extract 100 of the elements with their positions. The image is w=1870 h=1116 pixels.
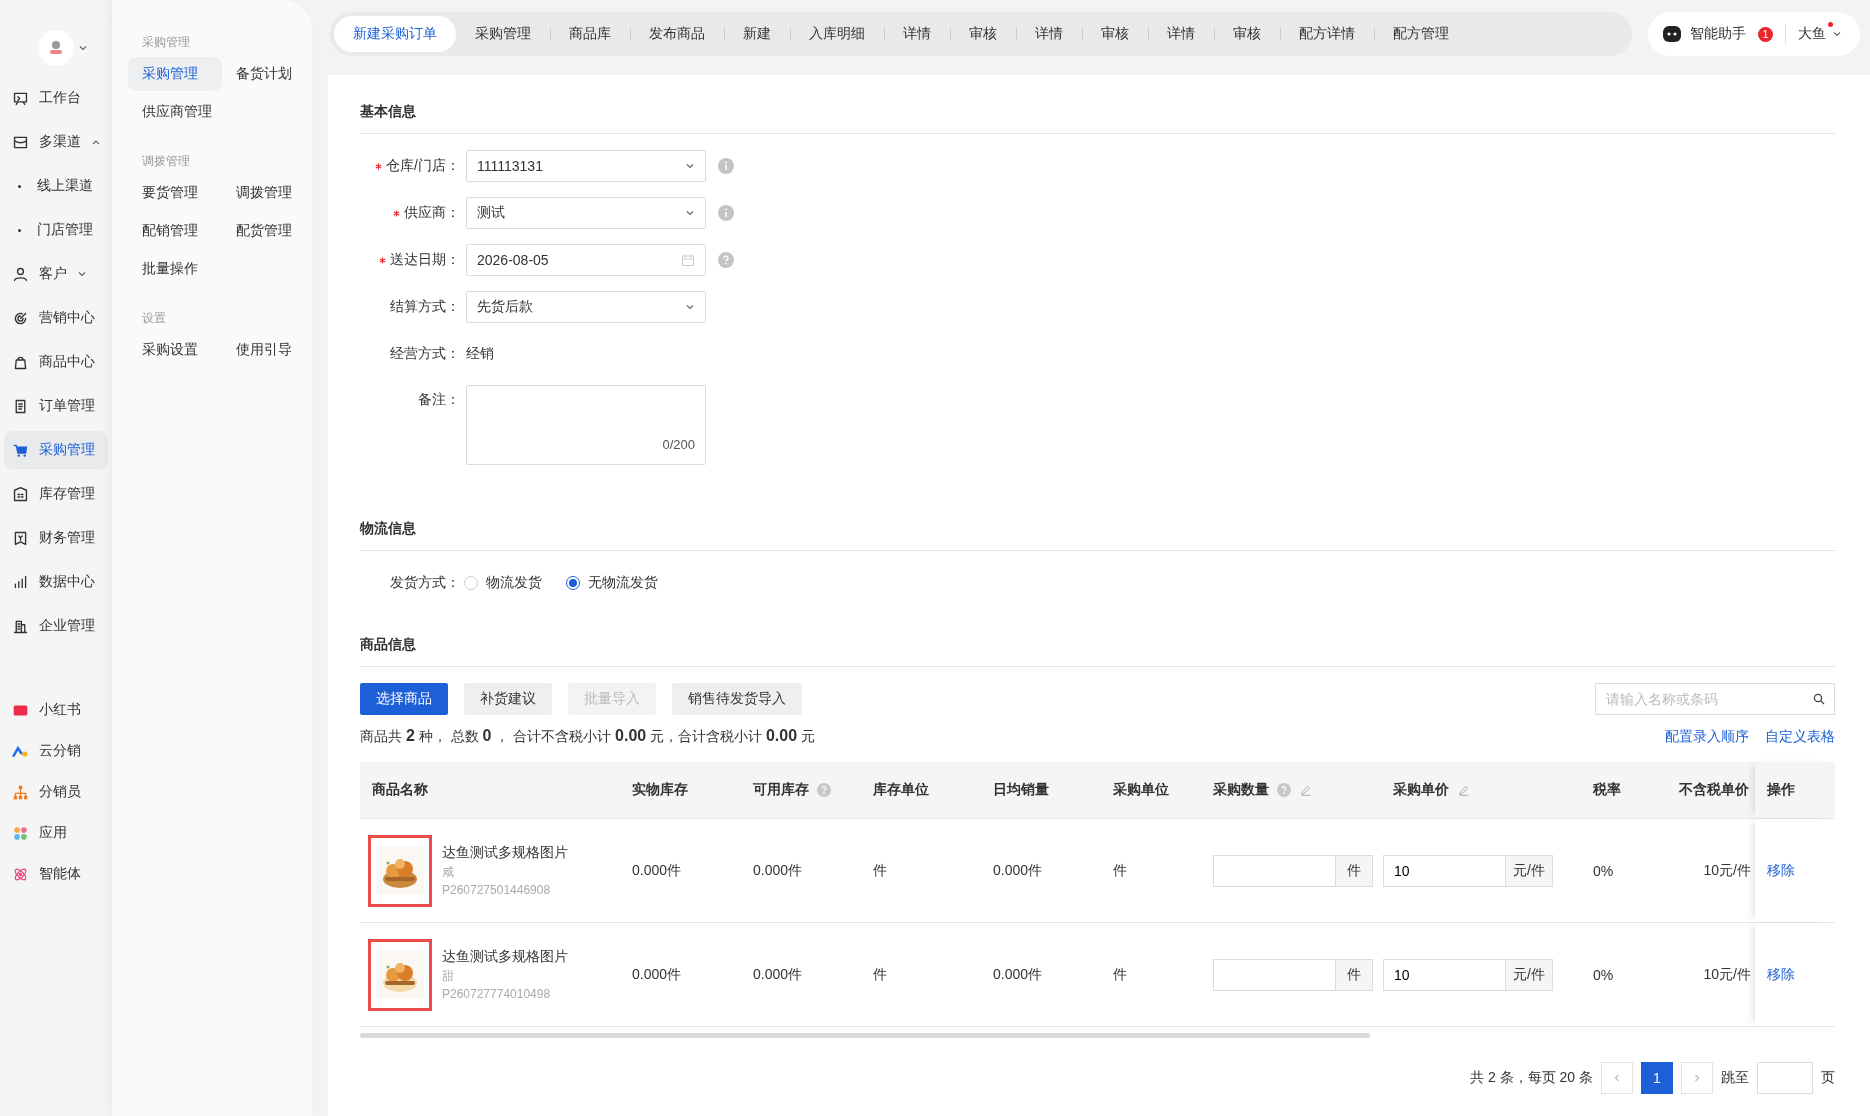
field-label: 供应商： bbox=[404, 204, 460, 222]
remove-link[interactable]: 移除 bbox=[1767, 965, 1795, 984]
avatar[interactable] bbox=[38, 30, 74, 66]
tab[interactable]: 采购管理 bbox=[456, 16, 550, 52]
column-header: 日均销量 bbox=[993, 781, 1049, 799]
quantity-field[interactable] bbox=[1213, 958, 1335, 991]
help-icon[interactable] bbox=[817, 783, 831, 797]
field-label: 送达日期： bbox=[390, 251, 460, 269]
tab[interactable]: 新建 bbox=[724, 16, 790, 52]
tab[interactable]: 审核 bbox=[1082, 16, 1148, 52]
info-icon[interactable] bbox=[718, 158, 734, 174]
tab[interactable]: 详情 bbox=[1016, 16, 1082, 52]
user-menu[interactable]: 大鱼 bbox=[1798, 25, 1846, 43]
toolbar-button[interactable]: 销售待发货导入 bbox=[672, 683, 802, 715]
submenu-item[interactable]: 批量操作 bbox=[128, 252, 222, 286]
nav-item[interactable]: 多渠道 bbox=[4, 123, 108, 161]
tab[interactable]: 详情 bbox=[884, 16, 950, 52]
tab[interactable]: 审核 bbox=[1214, 16, 1280, 52]
tab[interactable]: 商品库 bbox=[550, 16, 630, 52]
search-field[interactable]: 请输入名称或条码 bbox=[1595, 683, 1835, 715]
org-chart-icon bbox=[12, 783, 29, 801]
column-header: 操作 bbox=[1767, 781, 1795, 799]
previous-page-button[interactable] bbox=[1601, 1062, 1633, 1094]
select-field[interactable]: 测试 bbox=[466, 197, 706, 229]
select-field[interactable]: 先货后款 bbox=[466, 291, 706, 323]
app-item[interactable]: 云分销 bbox=[4, 732, 108, 770]
nav-item[interactable]: 线上渠道 bbox=[4, 167, 108, 205]
field-value: 经销 bbox=[466, 345, 494, 363]
next-page-button[interactable] bbox=[1681, 1062, 1713, 1094]
app-item[interactable]: 智能体 bbox=[4, 855, 108, 893]
assistant-button[interactable]: 智能助手 bbox=[1662, 25, 1746, 43]
help-icon[interactable] bbox=[718, 252, 734, 268]
submenu-item[interactable]: 配货管理 bbox=[222, 214, 316, 248]
help-icon[interactable] bbox=[1277, 783, 1291, 797]
submenu-item[interactable]: 使用引导 bbox=[222, 333, 316, 367]
tab[interactable]: 发布商品 bbox=[630, 16, 724, 52]
section-title: 基本信息 bbox=[360, 103, 1835, 134]
tab[interactable]: 审核 bbox=[950, 16, 1016, 52]
info-icon[interactable] bbox=[718, 205, 734, 221]
price-field[interactable]: 10 bbox=[1383, 854, 1505, 887]
column-header: 采购单位 bbox=[1113, 781, 1169, 799]
nav-item[interactable]: 营销中心 bbox=[4, 299, 108, 337]
nav-item[interactable]: 客户 bbox=[4, 255, 108, 293]
app-item[interactable]: 分销员 bbox=[4, 773, 108, 811]
toolbar-button[interactable]: 补货建议 bbox=[464, 683, 552, 715]
field-label: 备注： bbox=[418, 391, 460, 409]
quantity-field[interactable] bbox=[1213, 854, 1335, 887]
toolbar-button[interactable]: 选择商品 bbox=[360, 683, 448, 715]
nav-item[interactable]: 财务管理 bbox=[4, 519, 108, 557]
remark-field[interactable]: 0/200 bbox=[466, 385, 706, 465]
remove-link[interactable]: 移除 bbox=[1767, 861, 1795, 880]
nav-item[interactable]: 数据中心 bbox=[4, 563, 108, 601]
app-item[interactable]: 应用 bbox=[4, 814, 108, 852]
tab[interactable]: 新建采购订单 bbox=[334, 16, 456, 52]
edit-icon[interactable] bbox=[1299, 783, 1313, 797]
nav-item[interactable]: 工作台 bbox=[4, 79, 108, 117]
submenu-item[interactable]: 采购管理 bbox=[128, 57, 222, 91]
table-link[interactable]: 自定义表格 bbox=[1765, 727, 1835, 746]
submenu-item[interactable]: 备货计划 bbox=[222, 57, 316, 91]
table-cell: 0.000件 bbox=[993, 965, 1043, 984]
nav-item[interactable]: 采购管理 bbox=[4, 431, 108, 469]
scrollbar[interactable] bbox=[360, 1033, 1370, 1038]
radio-option[interactable]: 无物流发货 bbox=[566, 574, 658, 592]
tab[interactable]: 配方管理 bbox=[1374, 16, 1468, 52]
user-icon bbox=[12, 265, 29, 283]
tab[interactable]: 入库明细 bbox=[790, 16, 884, 52]
page-input[interactable] bbox=[1757, 1062, 1813, 1094]
submenu-item[interactable]: 调拨管理 bbox=[222, 176, 316, 210]
price-field[interactable]: 10 bbox=[1383, 958, 1505, 991]
submenu-item[interactable]: 供应商管理 bbox=[128, 95, 222, 129]
page-button[interactable]: 1 bbox=[1641, 1062, 1673, 1094]
nav-item[interactable]: 商品中心 bbox=[4, 343, 108, 381]
submenu-item[interactable]: 配销管理 bbox=[128, 214, 222, 248]
chevron-left-icon bbox=[1612, 1073, 1622, 1083]
nav-item[interactable]: 企业管理 bbox=[4, 607, 108, 645]
table-link[interactable]: 配置录入顺序 bbox=[1665, 727, 1749, 746]
column-header: 采购数量 bbox=[1213, 781, 1269, 799]
column-header: 库存单位 bbox=[873, 781, 929, 799]
tab[interactable]: 详情 bbox=[1148, 16, 1214, 52]
nav-item[interactable]: 门店管理 bbox=[4, 211, 108, 249]
char-counter: 0/200 bbox=[662, 437, 695, 452]
jump-label: 跳至 bbox=[1721, 1069, 1749, 1087]
nav-item[interactable]: 库存管理 bbox=[4, 475, 108, 513]
submenu-item[interactable]: 采购设置 bbox=[128, 333, 222, 367]
edit-icon[interactable] bbox=[1457, 783, 1471, 797]
building-icon bbox=[12, 485, 29, 503]
date-field[interactable]: 2026-08-05 bbox=[466, 244, 706, 276]
app-item[interactable]: 小红书 bbox=[4, 691, 108, 729]
table-cell: 0.000件 bbox=[632, 861, 682, 880]
section-title: 商品信息 bbox=[360, 636, 1835, 667]
field-label: 仓库/门店： bbox=[386, 157, 460, 175]
tab[interactable]: 配方详情 bbox=[1280, 16, 1374, 52]
summary-text: 商品共 2 种， 总数 0 ， 合计不含税小计 0.00 元，合计含税小计 0.00 元 bbox=[360, 727, 815, 746]
table-cell: 0.000件 bbox=[753, 861, 803, 880]
nav-item[interactable]: 订单管理 bbox=[4, 387, 108, 425]
product-spec: 咸 bbox=[442, 864, 455, 881]
column-header: 不含税单价 bbox=[1679, 781, 1749, 799]
submenu-item[interactable]: 要货管理 bbox=[128, 176, 222, 210]
radio-option[interactable]: 物流发货 bbox=[464, 574, 542, 592]
select-field[interactable]: 111113131 bbox=[466, 150, 706, 182]
